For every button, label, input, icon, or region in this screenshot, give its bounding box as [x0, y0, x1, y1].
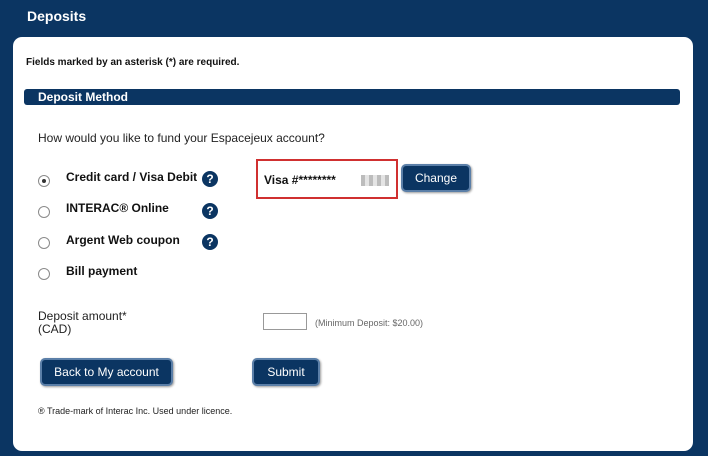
required-fields-note: Fields marked by an asterisk (*) are req…: [26, 57, 240, 68]
submit-button[interactable]: Submit: [252, 358, 320, 386]
section-header-deposit-method: Deposit Method: [24, 89, 680, 105]
deposit-amount-label-line2: (CAD): [38, 322, 72, 336]
radio-interac-online[interactable]: [38, 206, 50, 218]
minimum-deposit-note: (Minimum Deposit: $20.00): [315, 318, 424, 328]
deposit-amount-label: Deposit amount* (CAD): [38, 310, 127, 336]
saved-card-number: Visa #********: [264, 173, 336, 187]
help-icon[interactable]: ?: [202, 203, 218, 219]
section-title: Deposit Method: [38, 90, 128, 104]
help-icon[interactable]: ?: [202, 234, 218, 250]
radio-credit-card[interactable]: [38, 175, 50, 187]
back-to-account-button[interactable]: Back to My account: [40, 358, 173, 386]
radio-bill-payment[interactable]: [38, 268, 50, 280]
redacted-digits: [361, 175, 389, 186]
page-title: Deposits: [27, 8, 87, 24]
deposit-amount-input[interactable]: [263, 313, 307, 330]
change-card-button[interactable]: Change: [401, 164, 471, 192]
option-label-interac-online[interactable]: INTERAC® Online: [66, 201, 169, 215]
saved-card-box: Visa #********: [256, 159, 398, 199]
option-label-bill-payment[interactable]: Bill payment: [66, 264, 137, 278]
option-label-argent-web-coupon[interactable]: Argent Web coupon: [66, 233, 180, 247]
funding-question: How would you like to fund your Espaceje…: [38, 131, 325, 145]
help-icon[interactable]: ?: [202, 171, 218, 187]
option-label-credit-card[interactable]: Credit card / Visa Debit: [66, 170, 197, 184]
trademark-footnote: ® Trade-mark of Interac Inc. Used under …: [38, 406, 233, 416]
radio-argent-web-coupon[interactable]: [38, 237, 50, 249]
